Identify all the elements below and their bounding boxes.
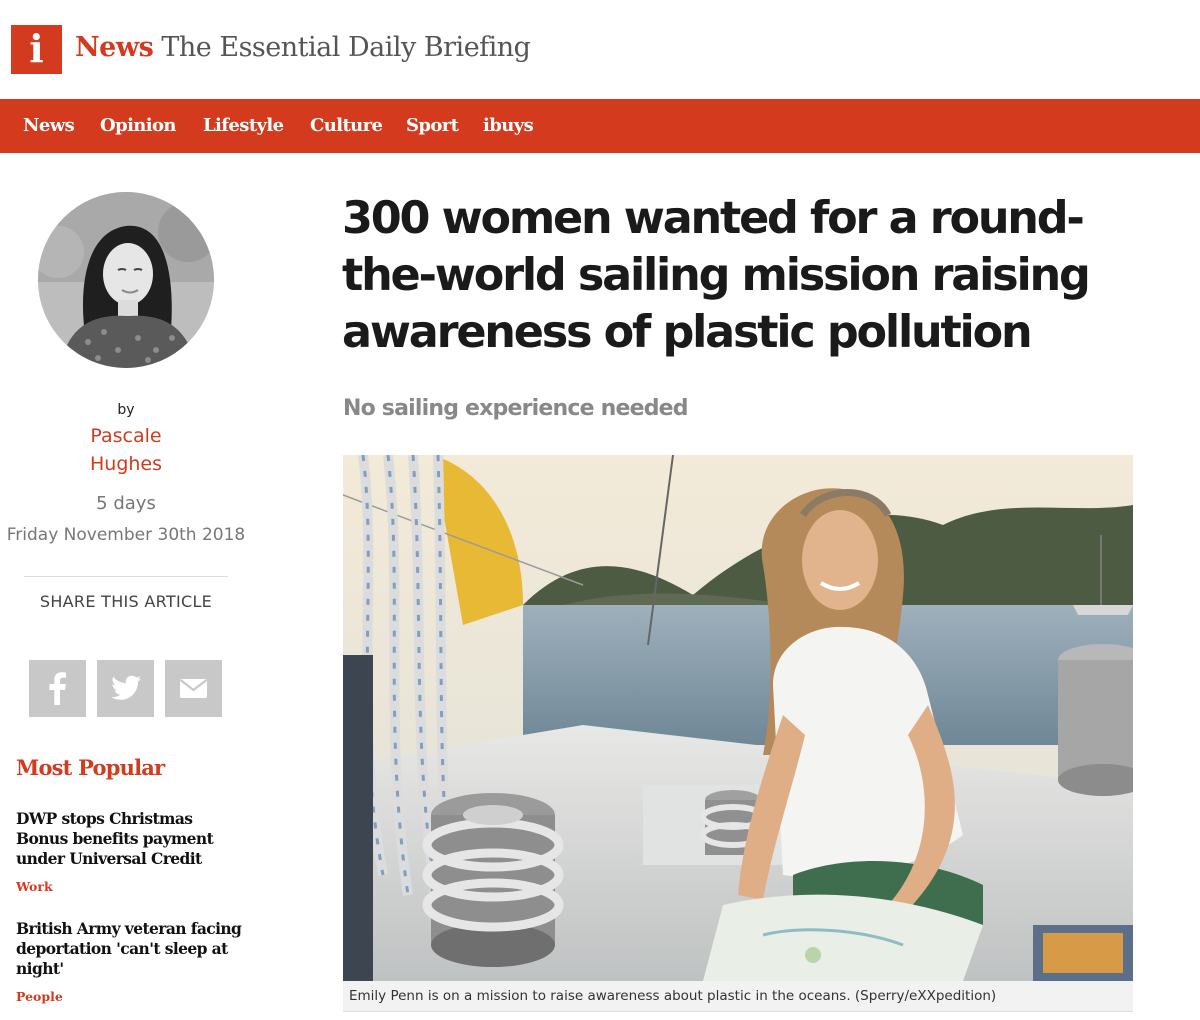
article-standfirst: No sailing experience needed [343,396,689,421]
twitter-icon [111,675,141,700]
share-label: SHARE THIS ARTICLE [39,592,213,611]
brand-name: News [75,32,154,63]
email-share-button[interactable] [165,660,222,717]
author-divider [24,576,228,577]
site-brand[interactable]: News The Essential Daily Briefing [75,28,531,68]
image-caption-bar: Emily Penn is on a mission to raise awar… [343,981,1133,1012]
nav-item-lifestyle[interactable]: Lifestyle [203,99,284,153]
twitter-share-button[interactable] [97,660,154,717]
author-portrait [38,192,214,368]
article-headline: 300 women wanted for a round-the-world s… [342,193,1091,358]
nav-item-sport[interactable]: Sport [406,99,459,153]
publish-date: Friday November 30th 2018 [6,525,246,545]
main-nav: News Opinion Lifestyle Culture Sport ibu… [0,99,1200,153]
author-avatar[interactable] [38,192,214,368]
image-caption: Emily Penn is on a mission to raise awar… [349,988,997,1004]
masthead: i News The Essential Daily Briefing [0,0,1200,99]
brand-tagline: The Essential Daily Briefing [161,32,531,63]
nav-item-culture[interactable]: Culture [310,99,383,153]
most-popular-item-title[interactable]: DWP stops Christmas Bonus benefits payme… [16,809,248,869]
most-popular-item-category[interactable]: People [16,989,63,1004]
most-popular-item-title[interactable]: British Army veteran facing deportation … [16,919,248,979]
email-icon [179,679,208,698]
byline-prefix: by [117,402,135,418]
logo-letter: i [29,26,44,71]
most-popular-item-category[interactable]: Work [16,879,53,894]
relative-date: 5 days [96,493,156,514]
nav-item-opinion[interactable]: Opinion [100,99,177,153]
facebook-icon [49,672,66,705]
most-popular-heading: Most Popular [16,755,165,780]
nav-item-ibuys[interactable]: ibuys [483,99,534,153]
nav-item-news[interactable]: News [23,99,75,153]
facebook-share-button[interactable] [29,660,86,717]
site-logo[interactable]: i [11,25,62,74]
sailing-photo [343,455,1133,981]
author-name-link[interactable]: Pascale Hughes [60,422,192,478]
article-hero-image[interactable] [343,455,1133,981]
